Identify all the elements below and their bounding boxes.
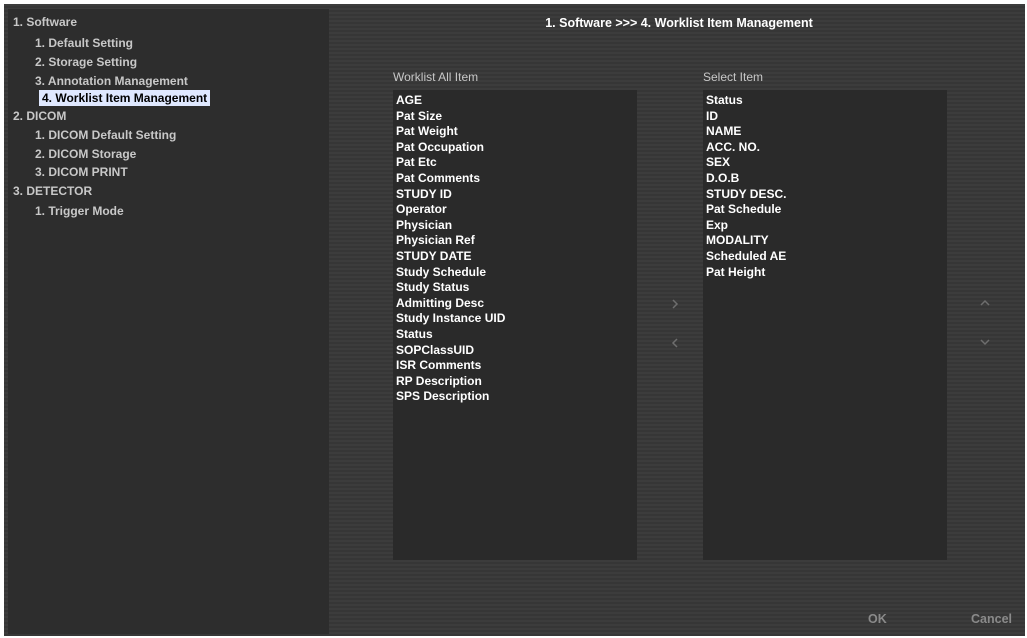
selected-list-item[interactable]: Status [703,93,947,109]
tree-item-dicom-print[interactable]: 3. DICOM PRINT [35,164,128,180]
all-list-item[interactable]: SOPClassUID [393,343,637,359]
all-list-item[interactable]: Admitting Desc [393,296,637,312]
all-list-item[interactable]: Physician [393,218,637,234]
selected-list-item[interactable]: ACC. NO. [703,140,947,156]
chevron-right-icon [672,299,679,309]
tree-item-default-setting[interactable]: 1. Default Setting [35,35,133,51]
all-list-item[interactable]: STUDY ID [393,187,637,203]
add-item-button[interactable] [665,294,685,314]
all-list-item[interactable]: STUDY DATE [393,249,637,265]
selected-list-item[interactable]: D.O.B [703,171,947,187]
tree-item-dicom-storage[interactable]: 2. DICOM Storage [35,146,136,162]
all-list-item[interactable]: Pat Etc [393,155,637,171]
selected-list-item[interactable]: STUDY DESC. [703,187,947,203]
all-list-item[interactable]: Status [393,327,637,343]
all-list-item[interactable]: Operator [393,202,637,218]
all-list-item[interactable]: SPS Description [393,389,637,405]
tree-item-software[interactable]: 1. Software [13,14,77,30]
tree-item-detector[interactable]: 3. DETECTOR [13,183,92,199]
tree-item-dicom[interactable]: 2. DICOM [13,108,66,124]
settings-window: 1. Software 1. Default Setting 2. Storag… [4,4,1025,636]
cancel-button[interactable]: Cancel [971,612,1012,626]
all-list-item[interactable]: RP Description [393,374,637,390]
chevron-down-icon [980,339,990,346]
selected-items-title: Select Item [703,70,764,84]
all-list-item[interactable]: Physician Ref [393,233,637,249]
selected-list-item[interactable]: NAME [703,124,947,140]
remove-item-button[interactable] [665,333,685,353]
all-items-list[interactable]: AGE Pat Size Pat Weight Pat Occupation Pat E… [393,90,637,560]
tree-item-storage-setting[interactable]: 2. Storage Setting [35,54,137,70]
selected-list-item[interactable]: SEX [703,155,947,171]
tree-item-dicom-default-setting[interactable]: 1. DICOM Default Setting [35,127,176,143]
selected-items-list[interactable]: Status ID NAME ACC. NO. SEX D.O.B STUDY DESC. P… [703,90,947,560]
all-list-item[interactable]: Pat Comments [393,171,637,187]
move-up-button[interactable] [975,294,995,314]
all-list-item[interactable]: Study Status [393,280,637,296]
selected-list-item[interactable]: Scheduled AE [703,249,947,265]
all-list-item[interactable]: Pat Size [393,109,637,125]
tree-item-trigger-mode[interactable]: 1. Trigger Mode [35,203,124,219]
move-down-button[interactable] [975,333,995,353]
chevron-up-icon [980,299,990,306]
page-title: 1. Software >>> 4. Worklist Item Managem… [545,16,813,30]
selected-list-item[interactable]: Pat Schedule [703,202,947,218]
chevron-left-icon [671,338,678,348]
tree-item-worklist-item-management[interactable]: 4. Worklist Item Management [39,90,211,106]
all-list-item[interactable]: AGE [393,93,637,109]
settings-tree: 1. Software 1. Default Setting 2. Storag… [8,9,329,634]
ok-button[interactable]: OK [868,612,887,626]
all-list-item[interactable]: Study Schedule [393,265,637,281]
tree-item-annotation-management[interactable]: 3. Annotation Management [35,73,188,89]
all-list-item[interactable]: Pat Occupation [393,140,637,156]
all-items-title: Worklist All Item [393,70,479,84]
selected-list-item[interactable]: Exp [703,218,947,234]
all-list-item[interactable]: ISR Comments [393,358,637,374]
selected-list-item[interactable]: ID [703,109,947,125]
all-list-item[interactable]: Pat Weight [393,124,637,140]
all-list-item[interactable]: Study Instance UID [393,311,637,327]
selected-list-item[interactable]: Pat Height [703,265,947,281]
selected-list-item[interactable]: MODALITY [703,233,947,249]
